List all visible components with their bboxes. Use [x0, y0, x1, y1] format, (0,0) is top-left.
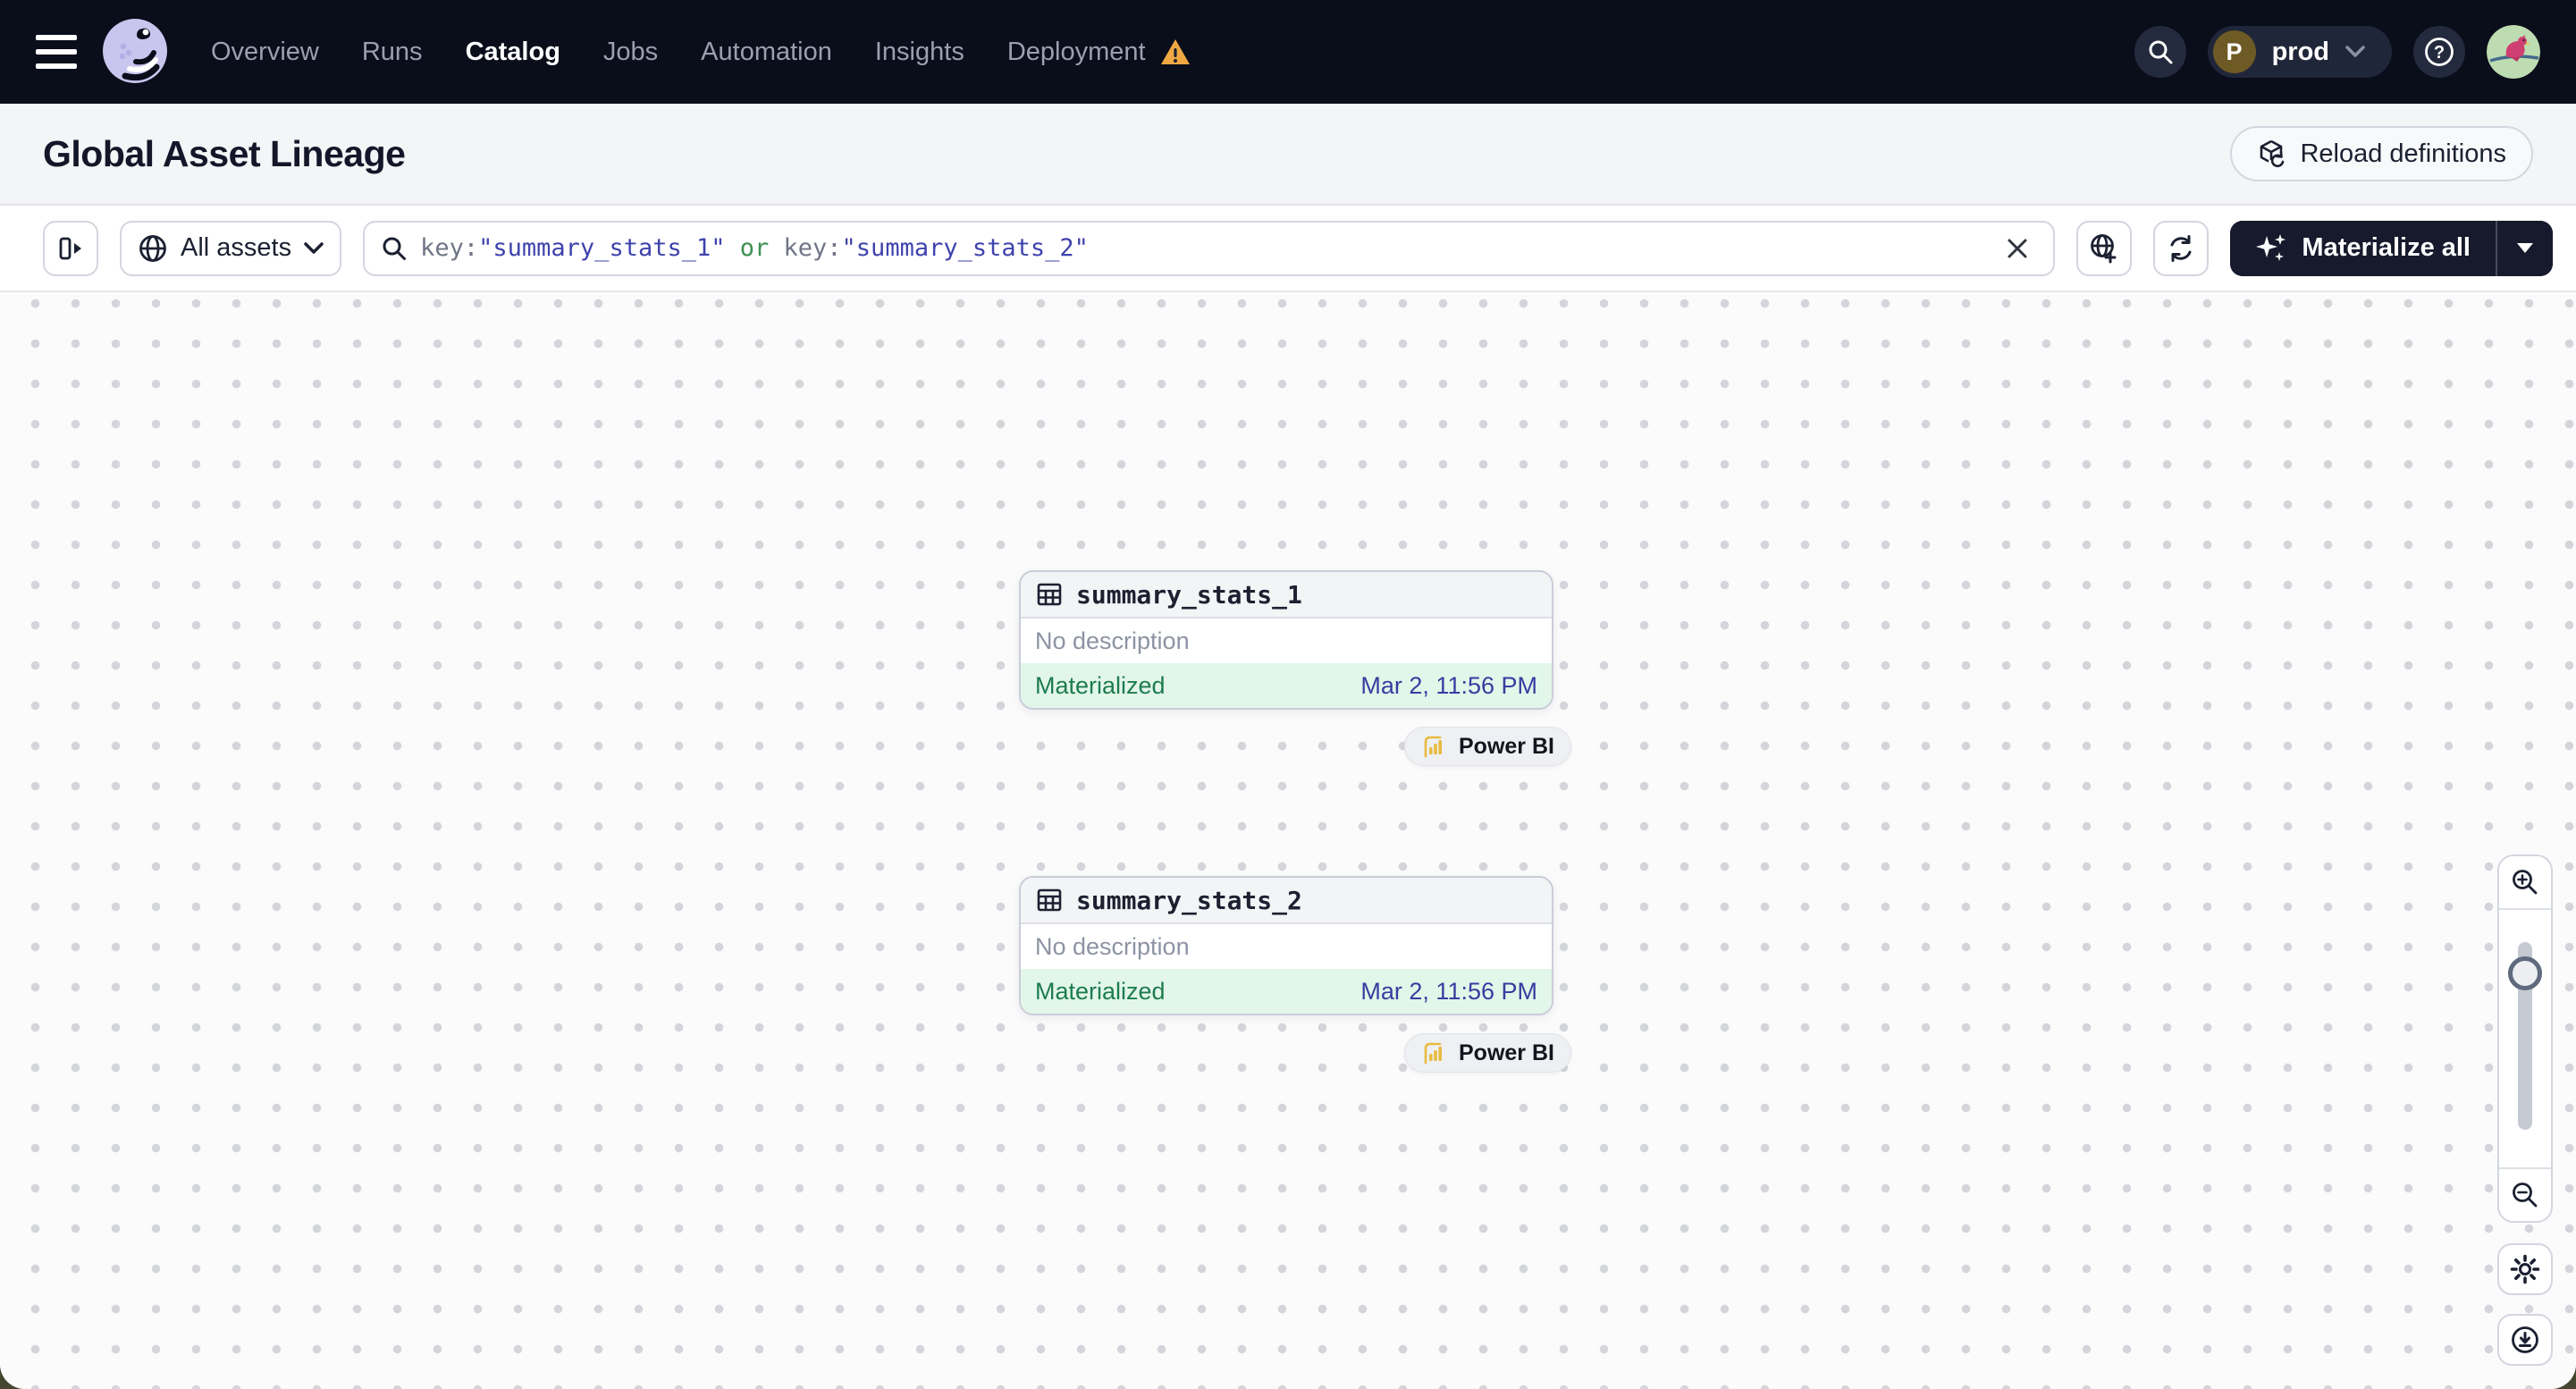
user-avatar[interactable]	[2487, 25, 2540, 79]
zoom-in-icon	[2510, 867, 2540, 897]
dagster-logo-icon[interactable]	[100, 17, 170, 87]
zoom-slider	[2499, 910, 2551, 1167]
query-value-token: "summary_stats_2"	[841, 234, 1089, 262]
query-operator-token: or	[725, 234, 784, 262]
powerbi-icon	[1421, 733, 1448, 760]
materialize-all-label: Materialize all	[2302, 233, 2471, 262]
environment-switcher[interactable]: P prod	[2207, 26, 2392, 78]
zoom-in-button[interactable]	[2499, 856, 2551, 910]
status-badge: Materialized	[1035, 671, 1166, 699]
global-search-button[interactable]	[2134, 26, 2186, 78]
powerbi-tag[interactable]: Power BI	[1404, 727, 1571, 766]
asset-status-row: Materialized Mar 2, 11:56 PM	[1021, 969, 1552, 1014]
download-icon	[2509, 1324, 2541, 1356]
powerbi-icon	[1421, 1040, 1448, 1066]
table-icon	[1035, 886, 1064, 914]
zoom-out-icon	[2510, 1180, 2540, 1210]
page-header: Global Asset Lineage Reload definitions	[0, 104, 2576, 206]
nav-item-automation[interactable]: Automation	[701, 38, 832, 67]
nav-item-jobs[interactable]: Jobs	[603, 38, 658, 67]
zoom-out-button[interactable]	[2499, 1167, 2551, 1221]
help-button[interactable]: ?	[2413, 26, 2465, 78]
environment-initial-badge: P	[2212, 30, 2256, 73]
chevron-down-icon	[304, 241, 324, 255]
close-icon	[2008, 239, 2027, 257]
clear-query-button[interactable]	[1998, 229, 2037, 268]
gear-icon	[2509, 1253, 2541, 1285]
powerbi-tag-label: Power BI	[1459, 1040, 1554, 1065]
app-window: Overview Runs Catalog Jobs Automation In…	[0, 0, 2576, 1389]
asset-query-text: key:"summary_stats_1" or key:"summary_st…	[420, 234, 1985, 262]
reload-definitions-button[interactable]: Reload definitions	[2230, 126, 2533, 181]
help-icon: ?	[2424, 37, 2454, 67]
view-global-lineage-button[interactable]	[2076, 220, 2133, 276]
asset-status-row: Materialized Mar 2, 11:56 PM	[1021, 663, 1552, 708]
query-field-token: key:	[783, 234, 842, 262]
query-field-token: key:	[420, 234, 479, 262]
nav-right-cluster: P prod ?	[2134, 25, 2540, 79]
lineage-toolbar: All assets key:"summary_stats_1" or key:…	[0, 206, 2576, 292]
query-value-token: "summary_stats_1"	[478, 234, 726, 262]
warning-triangle-icon	[1160, 38, 1191, 66]
panel-expand-icon	[56, 234, 85, 263]
reload-definitions-label: Reload definitions	[2300, 139, 2506, 168]
nav-item-runs[interactable]: Runs	[362, 38, 423, 67]
page-title: Global Asset Lineage	[43, 132, 406, 174]
zoom-slider-thumb[interactable]	[2508, 956, 2542, 990]
environment-name: prod	[2271, 37, 2329, 66]
open-side-panel-button[interactable]	[43, 220, 98, 276]
powerbi-tag[interactable]: Power BI	[1404, 1033, 1571, 1073]
status-badge: Materialized	[1035, 977, 1166, 1005]
nav-item-insights[interactable]: Insights	[875, 38, 964, 67]
reload-definitions-icon	[2257, 139, 2287, 169]
asset-scope-label: All assets	[181, 233, 292, 262]
materialize-all-button[interactable]: Materialize all	[2230, 220, 2496, 276]
chevron-down-icon	[2345, 46, 2365, 58]
search-icon	[2147, 38, 2174, 65]
asset-query-input[interactable]: key:"summary_stats_1" or key:"summary_st…	[363, 220, 2056, 276]
svg-text:?: ?	[2434, 43, 2445, 63]
table-icon	[1035, 580, 1064, 609]
asset-description: No description	[1021, 619, 1552, 663]
asset-node-summary-stats-2[interactable]: summary_stats_2 No description Materiali…	[1019, 876, 1553, 1015]
top-nav: Overview Runs Catalog Jobs Automation In…	[0, 0, 2576, 104]
asset-name: summary_stats_1	[1076, 579, 1302, 610]
download-image-button[interactable]	[2497, 1314, 2553, 1366]
asset-node-summary-stats-1[interactable]: summary_stats_1 No description Materiali…	[1019, 570, 1553, 710]
asset-scope-selector[interactable]: All assets	[120, 220, 342, 276]
nav-item-deployment-label: Deployment	[1006, 37, 1146, 66]
powerbi-tag-label: Power BI	[1459, 733, 1554, 759]
main-nav: Overview Runs Catalog Jobs Automation In…	[211, 38, 1191, 67]
nav-item-catalog[interactable]: Catalog	[466, 38, 560, 67]
materialize-split-button: Materialize all	[2230, 220, 2553, 276]
asset-node-header: summary_stats_2	[1021, 878, 1552, 924]
hamburger-menu-button[interactable]	[36, 35, 77, 69]
nav-item-overview[interactable]: Overview	[211, 38, 319, 67]
nav-item-deployment[interactable]: Deployment	[1007, 38, 1191, 67]
caret-down-icon	[2517, 243, 2533, 253]
materialize-options-button[interactable]	[2496, 220, 2553, 276]
materialization-timestamp: Mar 2, 11:56 PM	[1360, 977, 1537, 1005]
asset-name: summary_stats_2	[1076, 885, 1302, 915]
asset-description: No description	[1021, 924, 1552, 969]
lineage-canvas[interactable]: summary_stats_1 No description Materiali…	[0, 292, 2576, 1389]
refresh-button[interactable]	[2153, 220, 2210, 276]
globe-icon	[138, 233, 168, 264]
search-icon	[381, 235, 408, 262]
refresh-icon	[2165, 232, 2197, 265]
lineage-settings-button[interactable]	[2497, 1243, 2553, 1295]
globe-plus-icon	[2088, 232, 2120, 265]
sparkles-icon	[2255, 232, 2287, 265]
asset-node-header: summary_stats_1	[1021, 572, 1552, 619]
materialization-timestamp: Mar 2, 11:56 PM	[1360, 671, 1537, 699]
zoom-controls	[2497, 854, 2553, 1223]
